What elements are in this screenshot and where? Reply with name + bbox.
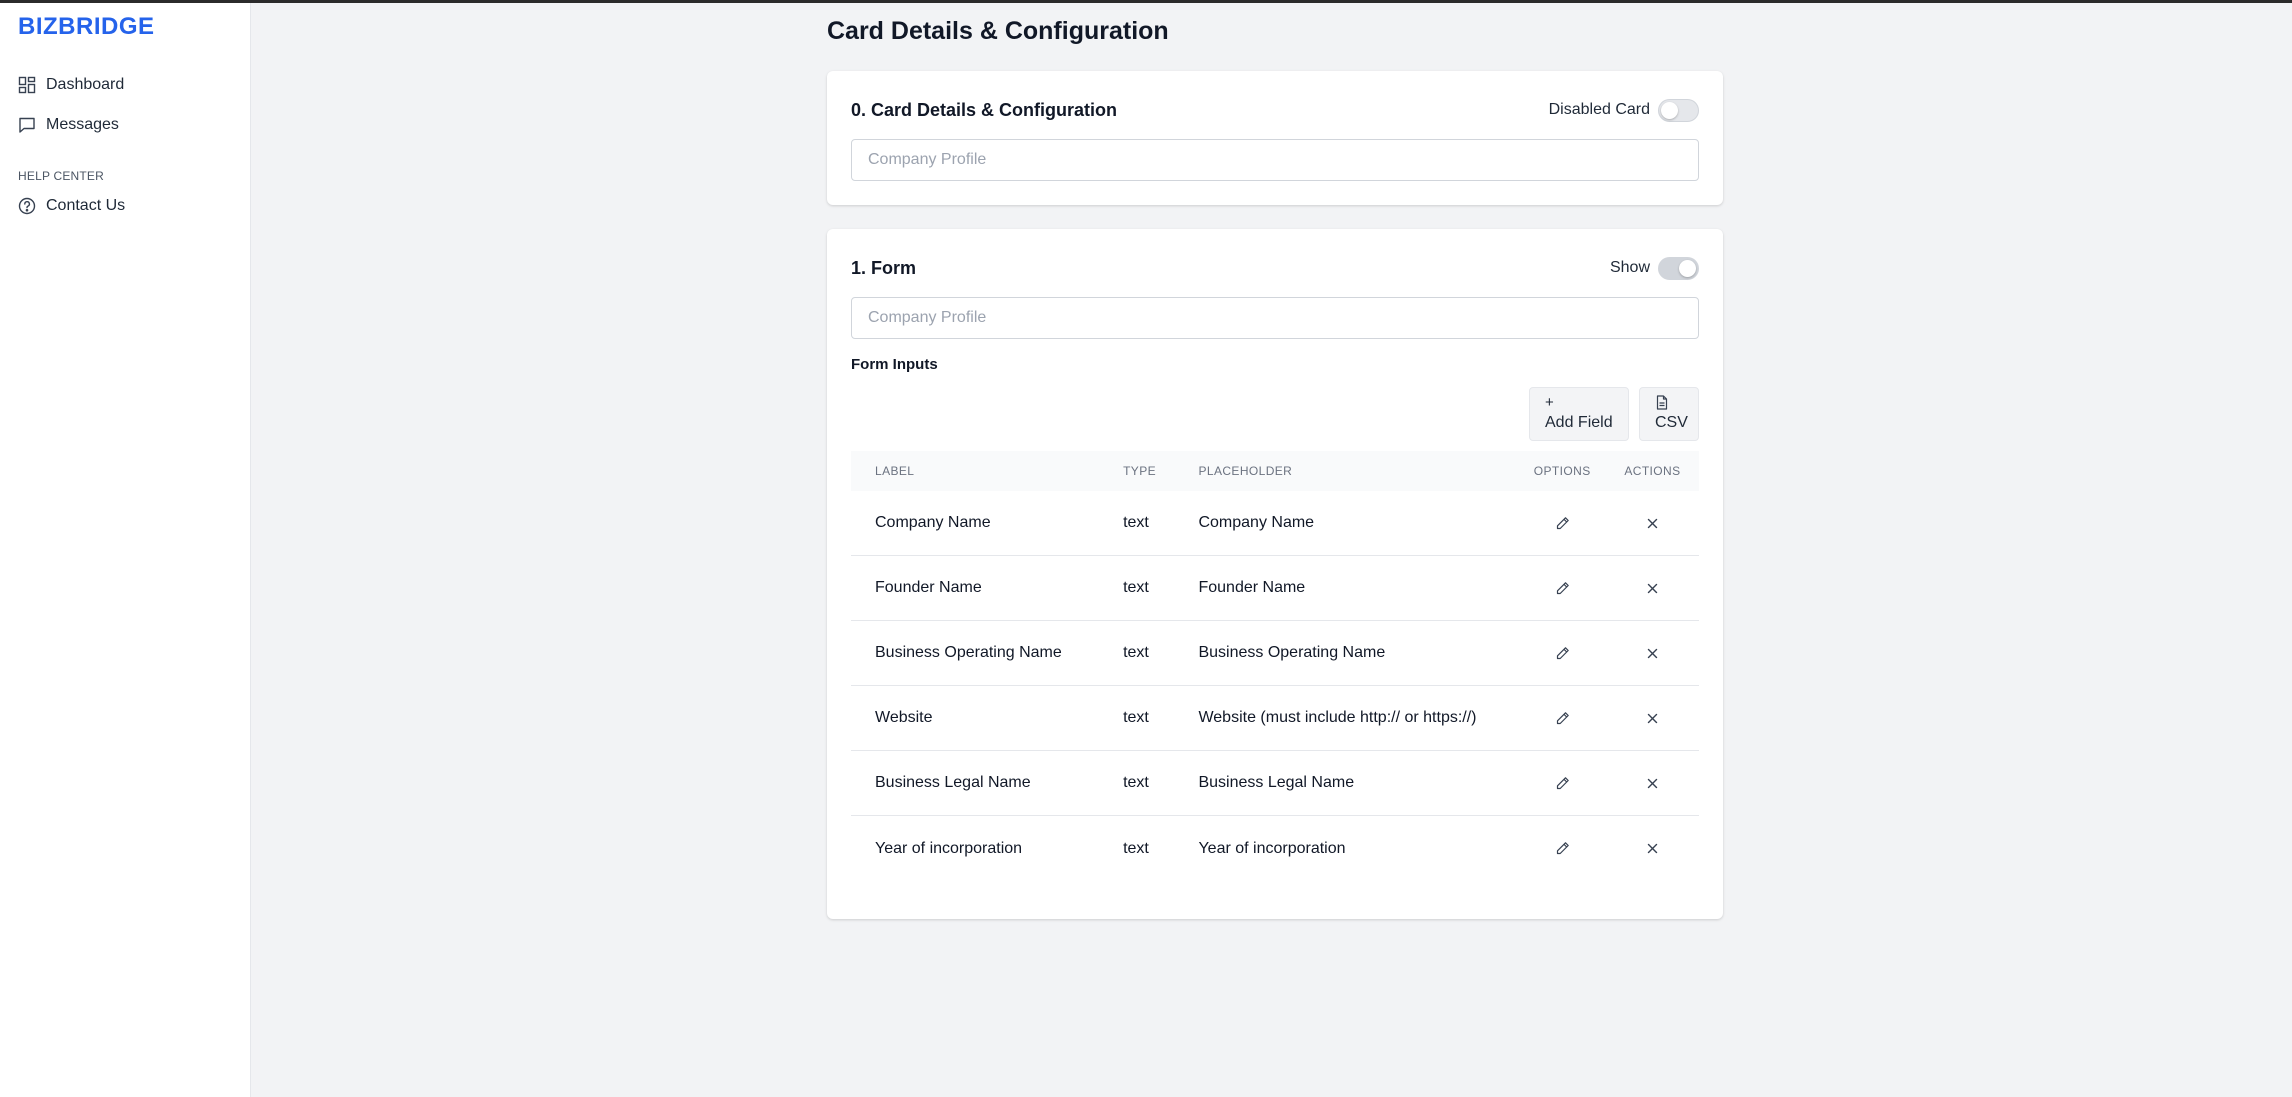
sidebar: BIZBRIDGE Dashboard Messages HELP CENTER: [0, 3, 251, 1097]
cell-placeholder: Founder Name: [1198, 579, 1306, 596]
cell-type: text: [1123, 839, 1149, 857]
table-row: Company Name text Company Name: [851, 491, 1699, 556]
cell-placeholder: Year of incorporation: [1198, 839, 1346, 857]
cell-options: [1519, 707, 1606, 729]
button-label: Add Field: [1545, 414, 1613, 431]
cell-actions: [1606, 577, 1699, 599]
cell-placeholder: Business Operating Name: [1198, 644, 1386, 661]
edit-pencil-icon[interactable]: [1551, 642, 1573, 664]
cell-label: Founder Name: [875, 579, 982, 596]
cell-type: text: [1123, 579, 1149, 596]
show-toggle[interactable]: [1658, 256, 1699, 280]
page-title: Card Details & Configuration: [827, 17, 1169, 45]
cell-actions: [1606, 772, 1699, 794]
delete-x-icon[interactable]: [1641, 512, 1663, 534]
sidebar-item-messages[interactable]: Messages: [18, 110, 119, 140]
column-header-actions: ACTIONS: [1624, 464, 1681, 478]
form-inputs-table: LABEL TYPE PLACEHOLDER OPTIONS ACTIONS C…: [851, 451, 1699, 881]
cell-options: [1519, 838, 1606, 860]
sidebar-item-label: Contact Us: [46, 197, 126, 214]
edit-pencil-icon[interactable]: [1551, 838, 1573, 860]
cell-type: text: [1123, 774, 1149, 791]
cell-label: Business Legal Name: [875, 774, 1031, 791]
cell-label: Year of incorporation: [875, 839, 1023, 857]
card-details-section: 0. Card Details & Configuration Disabled…: [827, 71, 1723, 205]
cell-type: text: [1123, 514, 1149, 531]
cell-options: [1519, 577, 1606, 599]
help-circle-icon: [18, 197, 36, 215]
cell-actions: [1606, 642, 1699, 664]
button-label: CSV: [1655, 414, 1688, 431]
sidebar-item-label: Messages: [46, 116, 119, 133]
edit-pencil-icon[interactable]: [1551, 512, 1573, 534]
cell-placeholder: Company Name: [1198, 514, 1315, 531]
table-row: Business Operating Name text Business Oper…: [851, 621, 1699, 686]
column-header-label: LABEL: [875, 464, 915, 478]
cell-label: Business Operating Name: [875, 644, 1062, 661]
card-name-input[interactable]: [851, 139, 1699, 181]
cell-type: text: [1123, 644, 1149, 661]
column-header-placeholder: PLACEHOLDER: [1198, 464, 1293, 478]
show-toggle-group: Show: [1609, 256, 1699, 280]
brand-logo[interactable]: BIZBRIDGE: [18, 13, 155, 41]
toggle-knob: [1661, 101, 1678, 119]
cell-options: [1519, 772, 1606, 794]
delete-x-icon[interactable]: [1641, 707, 1663, 729]
form-section: 1. Form Show Form Inputs + Add Field CSV…: [827, 229, 1723, 919]
table-row: Founder Name text Founder Name: [851, 556, 1699, 621]
cell-label: Website: [875, 709, 933, 726]
cell-label: Company Name: [875, 514, 991, 531]
form-inputs-heading: Form Inputs: [851, 356, 938, 373]
table-header: LABEL TYPE PLACEHOLDER OPTIONS ACTIONS: [851, 451, 1699, 491]
add-field-button[interactable]: + Add Field: [1529, 387, 1629, 441]
delete-x-icon[interactable]: [1641, 838, 1663, 860]
edit-pencil-icon[interactable]: [1551, 577, 1573, 599]
window-top-border: [0, 0, 2292, 3]
cell-placeholder: Business Legal Name: [1198, 774, 1355, 791]
plus-icon: +: [1545, 394, 1554, 411]
disabled-card-toggle[interactable]: [1658, 98, 1699, 122]
edit-pencil-icon[interactable]: [1551, 772, 1573, 794]
cell-options: [1519, 512, 1606, 534]
disabled-card-toggle-group: Disabled Card: [1548, 98, 1699, 122]
card-header: 0. Card Details & Configuration Disabled…: [851, 95, 1699, 125]
toggle-label: Disabled Card: [1548, 101, 1650, 118]
delete-x-icon[interactable]: [1641, 577, 1663, 599]
cell-actions: [1606, 707, 1699, 729]
table-body: Company Name text Company Name Founder Name…: [851, 491, 1699, 881]
delete-x-icon[interactable]: [1641, 642, 1663, 664]
table-row: Business Legal Name text Business Legal Na…: [851, 751, 1699, 816]
cell-options: [1519, 642, 1606, 664]
sidebar-item-contact-us[interactable]: Contact Us: [18, 191, 125, 221]
cell-actions: [1606, 838, 1699, 860]
edit-pencil-icon[interactable]: [1551, 707, 1573, 729]
cell-actions: [1606, 512, 1699, 534]
column-header-type: TYPE: [1123, 464, 1157, 478]
column-header-options: OPTIONS: [1533, 464, 1591, 478]
message-icon: [18, 116, 36, 134]
sidebar-item-label: Dashboard: [46, 76, 125, 93]
table-row: Year of incorporation text Year of incorpo…: [851, 816, 1699, 881]
sidebar-section-help-center: HELP CENTER: [18, 169, 105, 183]
table-row: Website text Website (must include http://…: [851, 686, 1699, 751]
card-title: 1. Form: [851, 257, 917, 278]
card-title: 0. Card Details & Configuration: [851, 99, 1118, 120]
cell-placeholder: Website (must include http:// or https:/…: [1198, 709, 1477, 726]
form-name-input[interactable]: [851, 297, 1699, 339]
csv-button[interactable]: CSV: [1639, 387, 1699, 441]
dashboard-icon: [18, 76, 36, 94]
sidebar-item-dashboard[interactable]: Dashboard: [18, 70, 124, 100]
toggle-label: Show: [1609, 259, 1650, 276]
toggle-knob: [1679, 259, 1696, 277]
card-header: 1. Form Show: [851, 253, 1699, 283]
file-icon: [1655, 395, 1669, 413]
cell-type: text: [1123, 709, 1149, 726]
delete-x-icon[interactable]: [1641, 772, 1663, 794]
